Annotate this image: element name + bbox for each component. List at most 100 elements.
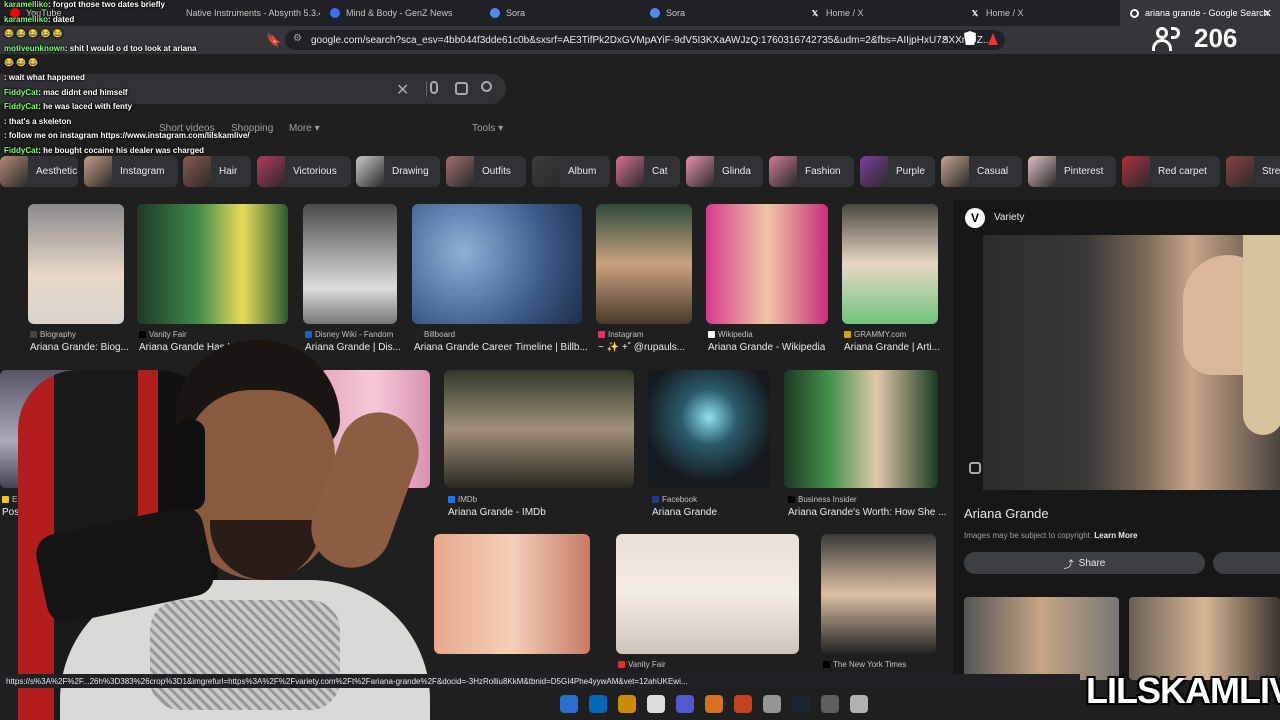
result-source[interactable]: The New York Times	[823, 660, 906, 669]
image-result[interactable]	[842, 204, 938, 324]
chip-red-carpet[interactable]: Red carpet	[1122, 156, 1220, 187]
image-result[interactable]	[616, 534, 799, 654]
close-tab-icon[interactable]: ✕	[1263, 7, 1272, 20]
chat-message: motiveunknown: shit I would o d too look…	[4, 44, 196, 53]
lens-search-icon[interactable]	[969, 462, 981, 474]
chip-instagram[interactable]: Instagram	[84, 156, 178, 187]
save-button[interactable]	[1213, 552, 1280, 574]
chat-text: 😂 😂 😂 😂 😂	[4, 29, 63, 39]
image-result[interactable]	[706, 204, 828, 324]
clear-search-icon[interactable]: ✕	[396, 80, 409, 100]
chip-drawing[interactable]: Drawing	[356, 156, 440, 187]
chip-cat[interactable]: Cat	[616, 156, 680, 187]
related-image[interactable]	[964, 597, 1119, 680]
chip-aesthetic[interactable]: Aesthetic	[0, 156, 78, 187]
tab-label: ariana grande - Google Search	[1145, 8, 1269, 18]
result-caption[interactable]: Ariana Grande | Arti...	[844, 342, 940, 353]
image-result[interactable]	[821, 534, 936, 654]
chip-hair[interactable]: Hair	[183, 156, 251, 187]
discord-icon[interactable]	[676, 695, 694, 713]
search-icon[interactable]	[481, 81, 492, 92]
result-source[interactable]: GRAMMY.com	[844, 330, 906, 339]
result-source[interactable]: Business Insider	[788, 495, 857, 504]
result-source[interactable]: Instagram	[598, 330, 644, 339]
tab[interactable]: Sora	[640, 0, 800, 26]
result-caption[interactable]: Ariana Grande	[652, 507, 717, 518]
chip-thumbnail	[1122, 156, 1150, 187]
result-caption[interactable]: Ariana Grande - Wikipedia	[708, 342, 825, 353]
chip-pinterest[interactable]: Pinterest	[1028, 156, 1116, 187]
chip-label: Drawing	[392, 166, 429, 177]
preview-image[interactable]	[983, 235, 1280, 490]
source-icon	[844, 331, 851, 338]
share-button[interactable]: ⤴ Share	[964, 552, 1205, 574]
result-source[interactable]: Vanity Fair	[618, 660, 666, 669]
tools-label: Tools	[472, 123, 496, 134]
chat-message: FiddyCat: he bought cocaine his dealer w…	[4, 146, 204, 155]
image-result[interactable]	[137, 204, 288, 324]
preview-panel: V Variety Ariana Grande Images may be su…	[953, 200, 1280, 680]
chip-purple[interactable]: Purple	[860, 156, 935, 187]
result-source[interactable]: Facebook	[652, 495, 697, 504]
tab-strip: YouTube Native Instruments - Absynth 5.3.…	[0, 0, 1280, 26]
nav-more[interactable]: More ▾	[289, 123, 320, 134]
edge-icon[interactable]	[589, 695, 607, 713]
chat-text: : forgot those two dates briefly	[48, 0, 165, 9]
image-result[interactable]	[596, 204, 692, 324]
obs-icon[interactable]	[763, 695, 781, 713]
image-result[interactable]	[28, 204, 124, 324]
site-info-icon[interactable]: ⚙	[293, 33, 302, 44]
chip-thumbnail	[1028, 156, 1056, 187]
chip-glinda[interactable]: Glinda	[686, 156, 763, 187]
steam-icon[interactable]	[792, 695, 810, 713]
voice-search-icon[interactable]	[430, 81, 438, 94]
image-result[interactable]	[303, 204, 397, 324]
panel-source[interactable]: Variety	[994, 212, 1024, 223]
brave-shields-icon[interactable]	[964, 31, 976, 45]
result-source[interactable]: Wikipedia	[708, 330, 753, 339]
chip-thumbnail	[686, 156, 714, 187]
chip-fashion[interactable]: Fashion	[769, 156, 854, 187]
chat-text: : follow me on instagram https://www.ins…	[4, 131, 250, 141]
chat-message: FiddyCat: mac didnt end himself	[4, 88, 128, 97]
lens-icon[interactable]	[455, 82, 468, 95]
app-icon[interactable]	[560, 695, 578, 713]
tab[interactable]: Native Instruments - Absynth 5.3.4 S	[160, 0, 320, 26]
image-result[interactable]	[648, 370, 770, 488]
ni-icon	[170, 8, 180, 18]
image-result[interactable]	[412, 204, 582, 324]
tab[interactable]: Sora	[480, 0, 640, 26]
result-caption[interactable]: ~ ✨ +˚ @rupauls...	[598, 342, 685, 353]
related-image[interactable]	[1129, 597, 1280, 680]
chip-outfits[interactable]: Outfits	[446, 156, 526, 187]
firefox-icon[interactable]	[705, 695, 723, 713]
chip-casual[interactable]: Casual	[941, 156, 1022, 187]
sora-icon	[650, 8, 660, 18]
brave-icon[interactable]	[734, 695, 752, 713]
learn-more-link[interactable]: Learn More	[1094, 531, 1137, 540]
tab[interactable]: 𝕏 Home / X	[960, 0, 1120, 26]
tab[interactable]: 𝕏 Home / X	[800, 0, 960, 26]
panel-title[interactable]: Ariana Grande	[964, 506, 1049, 521]
4k-icon[interactable]	[850, 695, 868, 713]
store-icon[interactable]	[647, 695, 665, 713]
tools-button[interactable]: Tools ▾	[472, 123, 503, 134]
chat-text: : he bought cocaine his dealer was charg…	[38, 146, 205, 155]
result-caption[interactable]: Ariana Grande's Worth: How She ...	[788, 507, 946, 518]
chip-label: Fashion	[805, 166, 841, 177]
url-field[interactable]: ⚙ google.com/search?sca_esv=4bb044f3dde6…	[285, 30, 1005, 50]
result-source-label: GRAMMY.com	[854, 330, 907, 339]
image-result[interactable]	[784, 370, 938, 488]
tab[interactable]: Mind & Body - GenZ News	[320, 0, 480, 26]
chat-message: karamelliko: dated	[4, 15, 74, 24]
chip-thumbnail	[860, 156, 888, 187]
bookmark-icon[interactable]: 🔖	[266, 33, 281, 47]
folder-icon[interactable]	[618, 695, 636, 713]
chip-stre[interactable]: Stre	[1226, 156, 1280, 187]
share-page-icon[interactable]: ↗	[940, 33, 949, 46]
result-source-label: The New York Times	[833, 660, 907, 669]
chat-text: 😂 😂 😂	[4, 58, 39, 68]
chip-victorious[interactable]: Victorious	[257, 156, 351, 187]
app-icon[interactable]	[821, 695, 839, 713]
chip-album[interactable]: Album	[532, 156, 610, 187]
